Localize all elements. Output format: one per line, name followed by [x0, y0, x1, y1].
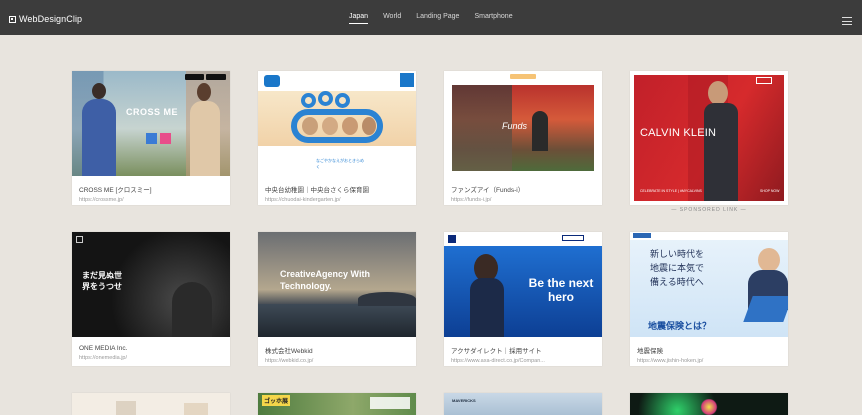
site-url: https://crossme.jp/ [79, 197, 124, 203]
site-card[interactable]: CreativeAgency With Technology. 株式会社Webk… [258, 232, 416, 366]
thumbnail-text: なごやかなえがおときらめく [316, 158, 364, 169]
site-card[interactable] [72, 393, 230, 415]
site-url: https://www.jishin-hoken.jp/ [637, 358, 704, 364]
nav-japan[interactable]: Japan [349, 13, 369, 24]
site-card[interactable]: Funds ファンズアイ（Funds-i） https://funds-i.jp… [444, 71, 602, 205]
site-thumbnail[interactable]: ゴッホ展 [258, 393, 416, 415]
site-url: https://chuodai-kindergarten.jp/ [265, 197, 341, 203]
menu-icon[interactable] [842, 17, 852, 25]
thumbnail-text: Funds [502, 121, 528, 131]
site-url: https://www.axa-direct.co.jp/Compan... [451, 358, 545, 364]
site-card[interactable]: ゴッホ展 [258, 393, 416, 415]
site-thumbnail[interactable] [630, 393, 788, 415]
site-url: https://onemedia.jp/ [79, 355, 128, 361]
site-header: WebDesignClip Japan World Landing Page S… [0, 0, 862, 35]
site-card[interactable]: 新しい時代を地震に本気で備える時代へ 地震保険とは？ 地震保険 https://… [630, 232, 788, 366]
site-thumbnail[interactable]: なごやかなえがおときらめく [258, 71, 416, 176]
site-thumbnail[interactable]: Funds [444, 71, 602, 176]
sponsored-label: — SPONSORED LINK — [671, 207, 747, 213]
sponsored-ad[interactable]: CALVIN KLEIN CELEBRATE IN STYLE | #MYCAL… [630, 71, 788, 205]
nav-landing-page[interactable]: Landing Page [416, 13, 459, 24]
site-card[interactable]: Be the next hero アクサダイレクト｜採用サイト https://… [444, 232, 602, 366]
thumbnail-text: MAVERICKS [452, 398, 476, 403]
site-card[interactable] [630, 393, 788, 415]
site-thumbnail[interactable] [72, 393, 230, 415]
ad-caption: CELEBRATE IN STYLE | #MYCALVINS [640, 189, 702, 193]
main-nav: Japan World Landing Page Smartphone [349, 13, 513, 24]
site-card[interactable]: まだ見ぬ世界をうつせ ONE MEDIA Inc. https://onemed… [72, 232, 230, 366]
site-thumbnail[interactable]: CROSS ME [72, 71, 230, 176]
site-title[interactable]: 中央台幼稚園｜中央台さくら保育園 [265, 176, 409, 194]
logo-icon [9, 15, 16, 23]
site-url: https://webkid.co.jp/ [265, 358, 314, 364]
site-title[interactable]: 株式会社Webkid [265, 337, 409, 355]
site-thumbnail[interactable]: MAVERICKS [444, 393, 602, 415]
site-logo[interactable]: WebDesignClip [9, 13, 82, 25]
site-thumbnail[interactable]: CreativeAgency With Technology. [258, 232, 416, 337]
ad-brand: CALVIN KLEIN [640, 127, 717, 139]
site-thumbnail[interactable]: まだ見ぬ世界をうつせ [72, 232, 230, 337]
logo-text: WebDesignClip [19, 14, 83, 24]
thumbnail-text: Be the next hero [528, 276, 594, 304]
site-title[interactable]: 地震保険 [637, 337, 781, 355]
site-thumbnail[interactable]: 新しい時代を地震に本気で備える時代へ 地震保険とは？ [630, 232, 788, 337]
thumbnail-text: CreativeAgency With Technology. [280, 269, 370, 291]
site-card[interactable]: CROSS ME CROSS ME [クロスミー] https://crossm… [72, 71, 230, 205]
nav-smartphone[interactable]: Smartphone [474, 13, 512, 24]
site-card[interactable]: なごやかなえがおときらめく 中央台幼稚園｜中央台さくら保育園 https://c… [258, 71, 416, 205]
site-url: https://funds-i.jp/ [451, 197, 492, 203]
site-card[interactable]: MAVERICKS [444, 393, 602, 415]
thumbnail-text: 新しい時代を地震に本気で備える時代へ [650, 250, 705, 288]
ad-cta[interactable]: SHOP NOW [760, 189, 779, 193]
site-title[interactable]: ONE MEDIA Inc. [79, 337, 223, 352]
thumbnail-text: まだ見ぬ世界をうつせ [82, 271, 122, 291]
site-title[interactable]: CROSS ME [クロスミー] [79, 176, 223, 194]
thumbnail-text: CROSS ME [126, 107, 179, 117]
nav-world[interactable]: World [383, 13, 401, 24]
site-title[interactable]: アクサダイレクト｜採用サイト [451, 337, 595, 355]
site-title[interactable]: ファンズアイ（Funds-i） [451, 176, 595, 194]
thumbnail-subtext: 地震保険とは？ [648, 321, 712, 331]
site-thumbnail[interactable]: Be the next hero [444, 232, 602, 337]
thumbnail-text: ゴッホ展 [262, 395, 291, 406]
